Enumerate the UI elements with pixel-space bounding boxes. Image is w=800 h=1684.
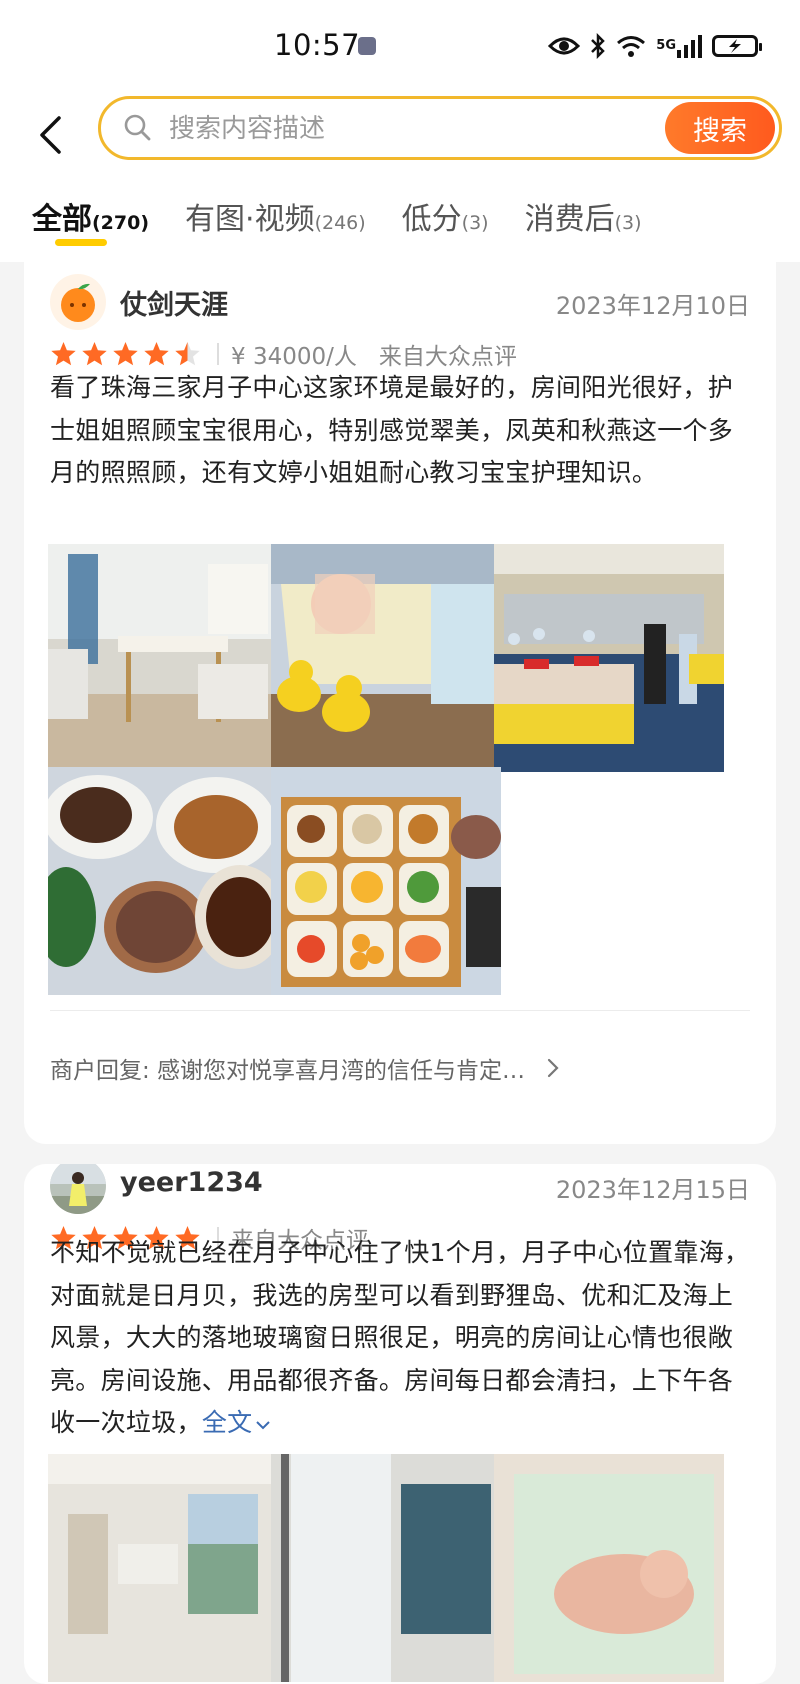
star-rating — [50, 341, 201, 368]
dining-room-photo — [48, 544, 278, 772]
star-full-icon — [144, 341, 169, 365]
battery-icon — [712, 35, 762, 57]
room-photo — [48, 1454, 278, 1682]
star-full-icon — [51, 341, 76, 365]
eye-icon — [548, 35, 581, 57]
baby-with-ducks-photo — [271, 544, 501, 772]
user-photo-avatar — [50, 1164, 106, 1214]
orange-avatar-icon — [50, 274, 106, 330]
tab-count: (3) — [614, 212, 642, 234]
bluetooth-icon — [590, 33, 606, 59]
review-photo[interactable] — [494, 1454, 724, 1682]
tab-label: 有图·视频 — [185, 202, 315, 237]
tab-count: (3) — [461, 212, 489, 234]
chevron-right-icon — [547, 1058, 559, 1078]
search-input[interactable] — [167, 103, 631, 155]
meal-dishes-photo — [48, 767, 278, 995]
user-name[interactable]: 仗剑天涯 — [120, 283, 228, 322]
tab-count: (246) — [314, 212, 366, 234]
avatar[interactable] — [50, 1164, 106, 1214]
newborn-photo — [494, 1454, 724, 1682]
chevron-down-icon — [256, 1421, 271, 1430]
review-photo[interactable] — [48, 1454, 278, 1682]
search-bar: 搜索 — [98, 96, 782, 160]
review-filter-tabs: 全部(270) 有图·视频(246) 低分(3) 消费后(3) — [32, 194, 678, 254]
search-icon — [123, 113, 151, 141]
star-full-icon — [113, 341, 138, 365]
status-time: 10:57 — [274, 28, 361, 62]
back-button[interactable] — [30, 110, 70, 160]
review-photo[interactable] — [48, 767, 278, 995]
merchant-reply[interactable]: 商户回复: 感谢您对悦享喜月湾的信任与肯定… — [50, 1048, 750, 1088]
status-icons: 5G — [548, 30, 762, 62]
user-name[interactable]: yeer1234 — [120, 1167, 263, 1198]
star-half-icon — [175, 341, 200, 365]
tab-with-media[interactable]: 有图·视频(246) — [185, 194, 366, 238]
price-per-person: ¥ 34000/人 — [231, 344, 357, 370]
review-photo[interactable] — [271, 1454, 501, 1682]
status-bar: 10:57 5G — [0, 0, 800, 92]
review-date: 2023年12月15日 — [555, 1176, 750, 1204]
expand-full-text-link[interactable]: 全文 — [202, 1408, 272, 1437]
review-text: 不知不觉就已经在月子中心住了快1个月，月子中心位置靠海，对面就是日月贝，我选的房… — [50, 1232, 750, 1445]
review-card[interactable]: 仗剑天涯 2023年12月10日 ¥ 34000/人 来自大众点评 看了珠海三家… — [24, 254, 776, 1144]
tab-low-score[interactable]: 低分(3) — [402, 194, 489, 238]
star-full-icon — [82, 341, 107, 365]
tab-label: 低分 — [401, 202, 462, 237]
back-arrow-icon — [40, 116, 61, 154]
expand-label: 全文 — [201, 1408, 253, 1437]
divider — [50, 1010, 750, 1011]
app-notification-icon — [358, 37, 376, 55]
review-text-body: 不知不觉就已经在月子中心住了快1个月，月子中心位置靠海，对面就是日月贝，我选的房… — [50, 1238, 750, 1437]
search-header: 搜索 全部(270) 有图·视频(246) 低分(3) 消费后(3) — [0, 92, 800, 262]
divider — [217, 343, 219, 365]
tab-after-purchase[interactable]: 消费后(3) — [525, 194, 642, 238]
review-card[interactable]: yeer1234 2023年12月15日 来自大众点评 不知不觉就已经在月子中心… — [24, 1164, 776, 1684]
active-tab-indicator — [55, 239, 107, 246]
review-photo[interactable] — [271, 544, 501, 772]
avatar[interactable] — [50, 274, 106, 330]
tab-label: 全部 — [32, 202, 92, 237]
wifi-icon — [616, 34, 646, 58]
review-source: 来自大众点评 — [378, 344, 517, 370]
tab-all[interactable]: 全部(270) — [32, 194, 150, 246]
tab-count: (270) — [92, 212, 150, 234]
review-text: 看了珠海三家月子中心这家环境是最好的，房间阳光很好，护士姐姐照顾宝宝很用心，特别… — [50, 373, 734, 487]
review-photo[interactable] — [271, 767, 501, 995]
signal-icon: 5G — [656, 34, 702, 58]
tab-label: 消费后 — [524, 202, 615, 237]
merchant-reply-text: 商户回复: 感谢您对悦享喜月湾的信任与肯定… — [50, 1058, 526, 1084]
meal-tray-photo — [271, 767, 501, 995]
search-button[interactable]: 搜索 — [665, 102, 775, 154]
network-type: 5G — [656, 38, 676, 53]
banquet-hall-photo — [494, 544, 724, 772]
window-view-photo — [271, 1454, 501, 1682]
review-date: 2023年12月10日 — [555, 292, 750, 320]
review-photo[interactable] — [494, 544, 724, 772]
review-photo[interactable] — [48, 544, 278, 772]
